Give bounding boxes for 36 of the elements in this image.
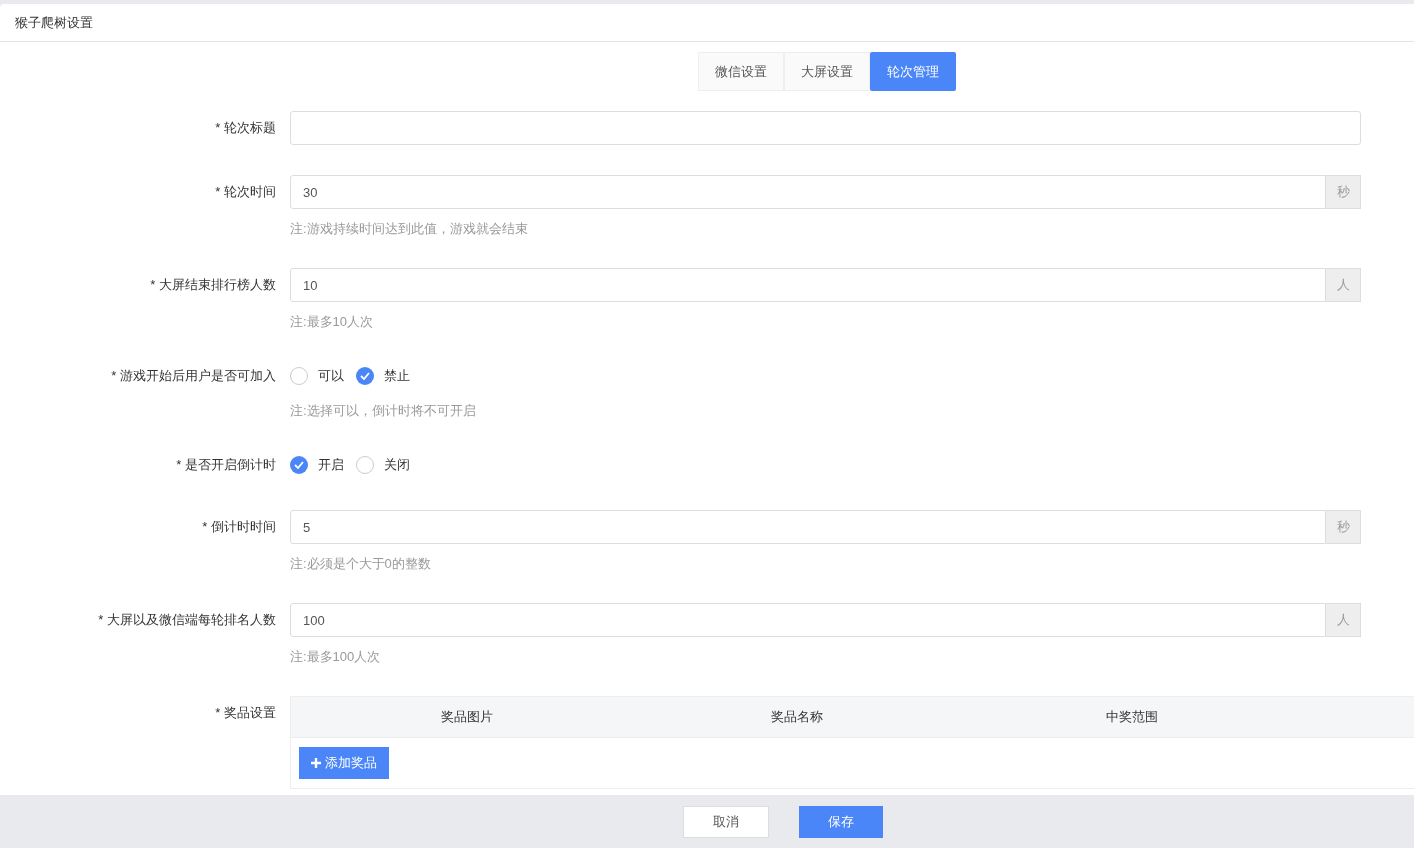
- unit-addon: 人: [1326, 603, 1361, 637]
- unit-addon: 秒: [1326, 510, 1361, 544]
- unit-addon: 秒: [1326, 175, 1361, 209]
- hint-text: 注:选择可以，倒计时将不可开启: [290, 402, 476, 420]
- radio-option[interactable]: 禁止: [356, 366, 410, 386]
- page-title: 猴子爬树设置: [15, 13, 93, 32]
- radio-option[interactable]: 关闭: [356, 455, 410, 475]
- hint-text: 注:最多100人次: [290, 648, 382, 666]
- column-header: 奖品名称: [770, 708, 824, 727]
- check-icon: [294, 461, 304, 469]
- tab[interactable]: 微信设置: [698, 52, 784, 91]
- hint-text: 注:最多10人次: [290, 313, 375, 331]
- number-input[interactable]: 10: [290, 268, 1326, 302]
- check-icon: [360, 372, 370, 380]
- column-header: 奖品图片: [439, 708, 494, 727]
- number-input[interactable]: 5: [290, 510, 1326, 544]
- radio-option[interactable]: 可以: [290, 366, 344, 386]
- field-label: * 奖品设置: [215, 704, 276, 722]
- text-input[interactable]: [290, 111, 1361, 145]
- hint-text: 注:必须是个大于0的整数: [290, 555, 432, 573]
- tab[interactable]: 大屏设置: [784, 52, 870, 91]
- plus-icon: [311, 758, 321, 768]
- number-input[interactable]: 100: [290, 603, 1326, 637]
- field-label: * 倒计时时间: [202, 518, 276, 536]
- column-header: 中奖范围: [1105, 708, 1159, 727]
- field-label: * 大屏以及微信端每轮排名人数: [98, 611, 276, 629]
- field-label: * 游戏开始后用户是否可加入: [111, 367, 276, 386]
- field-label: * 轮次标题: [215, 119, 276, 137]
- number-input[interactable]: 30: [290, 175, 1326, 209]
- field-label: * 是否开启倒计时: [176, 456, 276, 475]
- hint-text: 注:游戏持续时间达到此值，游戏就会结束: [290, 220, 529, 238]
- field-label: * 大屏结束排行榜人数: [150, 276, 276, 294]
- radio-option[interactable]: 开启: [290, 455, 344, 475]
- field-label: * 轮次时间: [215, 183, 276, 201]
- cancel-button[interactable]: 取消: [683, 805, 769, 838]
- unit-addon: 人: [1326, 268, 1361, 302]
